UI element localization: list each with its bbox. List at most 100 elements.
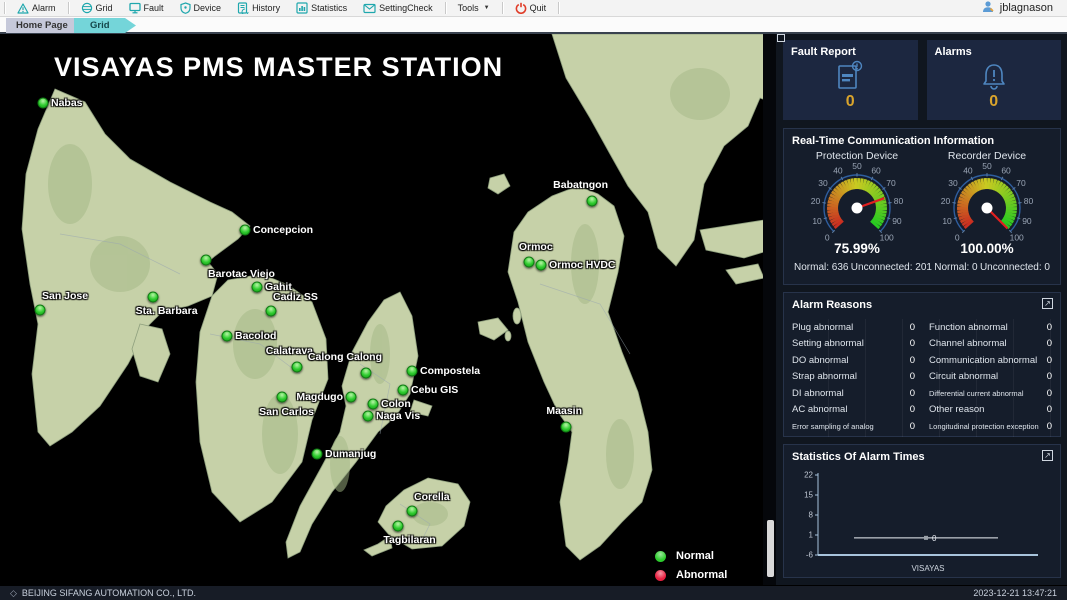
shield-icon (180, 2, 191, 14)
station-marker-barotac-viejo[interactable] (201, 255, 212, 266)
alarm-button[interactable]: Alarm (9, 0, 64, 16)
svg-text:40: 40 (963, 165, 973, 175)
alarms-title: Alarms (935, 46, 1054, 58)
alarm-statistics-panel: Statistics Of Alarm Times ↗ 22 15 8 1 -6… (783, 444, 1061, 578)
history-button[interactable]: History (229, 0, 288, 16)
user-menu[interactable]: jblagnason (981, 0, 1067, 16)
station-marker-bacolod[interactable] (222, 331, 233, 342)
station-marker-concepcion[interactable] (240, 225, 251, 236)
gauge-protection-device: Protection Device 0102030405060708090100… (792, 147, 922, 261)
quit-button[interactable]: Quit (507, 0, 555, 16)
station-marker-ormoc[interactable] (524, 257, 535, 268)
station-marker-tagbilaran[interactable] (393, 521, 404, 532)
station-marker-dumanjug[interactable] (312, 449, 323, 460)
station-marker-sta-barbara[interactable] (148, 292, 159, 303)
map-legend: Normal Abnormal (655, 550, 727, 585)
alarm-reason-label: Error sampling of analog (792, 422, 874, 431)
station-marker-cebu-gis[interactable] (398, 385, 409, 396)
tools-button[interactable]: Tools▼ (450, 0, 498, 16)
svg-text:22: 22 (804, 471, 813, 480)
grid-button[interactable]: Grid (73, 0, 121, 16)
status-bar: ◇ BEIJING SIFANG AUTOMATION CO., LTD. 20… (0, 585, 1067, 600)
station-marker-babatngon[interactable] (587, 196, 598, 207)
alarm-reason-row: Plug abnormal 0 (792, 319, 915, 336)
station-marker-cadiz-ss[interactable] (266, 306, 277, 317)
station-label: Dumanjug (325, 448, 376, 460)
alarm-reason-label: Function abnormal (929, 322, 1008, 333)
svg-text:10: 10 (812, 216, 822, 226)
alarm-reason-row: Function abnormal 0 (929, 319, 1052, 336)
station-marker-ormoc-hvdc[interactable] (536, 260, 547, 271)
alarm-reason-row: Setting abnormal 0 (792, 336, 915, 353)
station-marker-san-carlos[interactable] (277, 392, 288, 403)
main-toolbar: Alarm GridFaultDevice History StatisticsSet… (0, 0, 1067, 17)
fault-button[interactable]: Fault (121, 0, 172, 16)
alarm-reason-row: Channel abnormal 0 (929, 336, 1052, 353)
toolbar-separator (558, 2, 559, 14)
alarm-reason-label: DO abnormal (792, 355, 849, 366)
station-marker-compostela[interactable] (407, 366, 418, 377)
alarm-reason-count: 0 (910, 322, 915, 333)
alarm-times-chart: 22 15 8 1 -6 0 VISAYAS (792, 467, 1044, 575)
alarm-reason-row: Other reason 0 (929, 402, 1052, 419)
station-marker-corella[interactable] (407, 506, 418, 517)
station-label: Cebu GIS (411, 384, 458, 396)
svg-text:0: 0 (825, 232, 830, 242)
svg-text:10: 10 (942, 216, 952, 226)
tab-grid[interactable]: Grid (74, 18, 136, 33)
alarm-reason-label: Channel abnormal (929, 338, 1007, 349)
svg-text:100: 100 (880, 232, 894, 242)
realtime-comm-panel: Real-Time Communication Information Prot… (783, 128, 1061, 285)
device-button[interactable]: Device (172, 0, 230, 16)
comm-stat: Unconnected: 0 (980, 262, 1050, 273)
svg-text:90: 90 (1022, 216, 1032, 226)
alarm-reason-count: 0 (910, 338, 915, 349)
station-marker-san-jose[interactable] (35, 305, 46, 316)
station-label: Magdugo (296, 391, 343, 403)
gauge-label: Protection Device (792, 150, 922, 162)
map-islands (0, 34, 763, 585)
alarms-card[interactable]: Alarms 0 (927, 40, 1062, 120)
station-marker-calatrava[interactable] (292, 362, 303, 373)
alarm-bell-icon (935, 59, 1054, 93)
map-title: VISAYAS PMS MASTER STATION (54, 52, 503, 83)
station-marker-nabas[interactable] (38, 98, 49, 109)
sidebar-collapse-button[interactable] (777, 34, 785, 42)
alarm-statistics-expand-icon[interactable]: ↗ (1042, 450, 1053, 461)
svg-text:20: 20 (811, 196, 821, 206)
alarm-reasons-expand-icon[interactable]: ↗ (1042, 298, 1053, 309)
scrollbar-thumb[interactable] (767, 520, 774, 577)
svg-text:75.99%: 75.99% (834, 241, 880, 256)
station-label: Nabas (51, 97, 83, 109)
station-marker-calong-calong[interactable] (361, 368, 372, 379)
alarm-statistics-title: Statistics Of Alarm Times (792, 451, 1052, 463)
company-logo-icon: ◇ (10, 588, 17, 599)
svg-text:50: 50 (982, 162, 992, 171)
station-marker-maasin[interactable] (561, 422, 572, 433)
alarm-reason-count: 0 (1047, 371, 1052, 382)
alarm-reason-count: 0 (1047, 338, 1052, 349)
station-marker-gahit[interactable] (252, 282, 263, 293)
station-label: Babatngon (553, 179, 608, 191)
sidebar-gutter (763, 34, 776, 585)
alarm-reason-row: Error sampling of analog 0 (792, 418, 915, 435)
username-label: jblagnason (1000, 2, 1053, 14)
toolbar-separator (445, 2, 446, 14)
station-label: San Jose (42, 290, 88, 302)
svg-text:30: 30 (818, 178, 828, 188)
fault-report-card[interactable]: Fault Report 0 (783, 40, 918, 120)
legend-label: Abnormal (676, 569, 727, 581)
history-button-label: History (252, 3, 280, 13)
alarm-reason-label: Circuit abnormal (929, 371, 998, 382)
legend-item: Abnormal (655, 569, 727, 581)
alarm-button-label: Alarm (32, 3, 56, 13)
station-marker-magdugo[interactable] (346, 392, 357, 403)
statistics-button[interactable]: Statistics (288, 0, 355, 16)
quit-button-label: Quit (530, 3, 547, 13)
settingcheck-button[interactable]: SettingCheck (355, 0, 441, 16)
station-marker-colon[interactable] (368, 399, 379, 410)
visayas-map: VISAYAS PMS MASTER STATION NabasConcepci… (0, 34, 763, 585)
svg-text:VISAYAS: VISAYAS (911, 564, 944, 573)
station-label: Ormoc (519, 241, 553, 253)
station-marker-naga-vis[interactable] (363, 411, 374, 422)
